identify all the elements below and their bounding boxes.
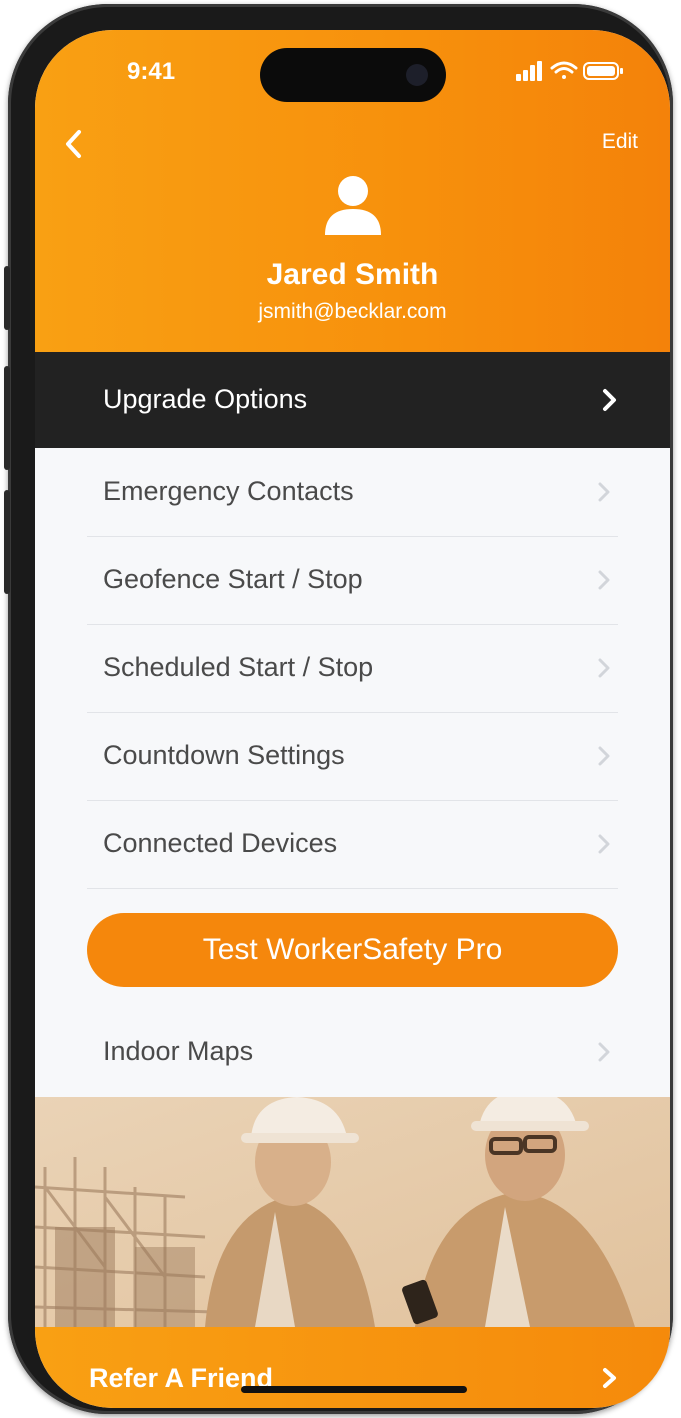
user-name: Jared Smith xyxy=(266,258,439,291)
menu-item-geofence[interactable]: Geofence Start / Stop xyxy=(87,536,618,625)
action-button xyxy=(4,266,10,330)
upgrade-options-label: Upgrade Options xyxy=(103,384,308,414)
menu-item-scheduled[interactable]: Scheduled Start / Stop xyxy=(87,624,618,713)
chevron-right-icon xyxy=(603,1368,616,1388)
menu-item-label: Scheduled Start / Stop xyxy=(103,652,374,682)
avatar-icon xyxy=(325,176,381,235)
menu-item-connected-devices[interactable]: Connected Devices xyxy=(87,800,618,889)
menu-item-label: Emergency Contacts xyxy=(103,476,354,506)
upgrade-options-row[interactable]: Upgrade Options xyxy=(35,352,670,448)
menu-item-emergency-contacts[interactable]: Emergency Contacts xyxy=(87,448,618,537)
volume-down-button xyxy=(4,490,10,594)
menu-item-label: Countdown Settings xyxy=(103,740,345,770)
wifi-icon xyxy=(550,61,578,79)
menu-item-label: Indoor Maps xyxy=(103,1036,254,1066)
chevron-right-icon xyxy=(598,658,610,678)
workers-photo xyxy=(35,1097,670,1327)
profile-header: 9:41 Edit Jared Smith jsmith@becklar.com xyxy=(35,30,670,352)
menu-item-countdown[interactable]: Countdown Settings xyxy=(87,712,618,801)
back-chevron-icon[interactable] xyxy=(61,128,85,160)
test-workersafety-button[interactable]: Test WorkerSafety Pro xyxy=(87,913,618,987)
menu-item-label: Connected Devices xyxy=(103,828,338,858)
battery-icon xyxy=(583,62,623,80)
dynamic-island xyxy=(260,48,446,102)
edit-button[interactable]: Edit xyxy=(602,130,638,154)
chevron-right-icon xyxy=(598,1042,610,1062)
user-email: jsmith@becklar.com xyxy=(258,300,447,323)
home-indicator[interactable] xyxy=(241,1386,467,1393)
chevron-right-icon xyxy=(598,746,610,766)
chevron-right-icon xyxy=(598,834,610,854)
refer-a-friend-row[interactable]: Refer A Friend xyxy=(35,1327,670,1408)
menu-item-indoor-maps[interactable]: Indoor Maps xyxy=(87,1008,618,1096)
chevron-right-icon xyxy=(598,570,610,590)
status-icons xyxy=(516,61,623,81)
signal-icon xyxy=(516,61,542,81)
chevron-right-icon xyxy=(603,389,616,411)
screen: 9:41 Edit Jared Smith jsmith@becklar.com… xyxy=(35,30,670,1408)
status-time: 9:41 xyxy=(127,58,176,85)
camera-icon xyxy=(406,64,428,86)
menu-item-label: Geofence Start / Stop xyxy=(103,564,363,594)
chevron-right-icon xyxy=(598,482,610,502)
volume-up-button xyxy=(4,366,10,470)
